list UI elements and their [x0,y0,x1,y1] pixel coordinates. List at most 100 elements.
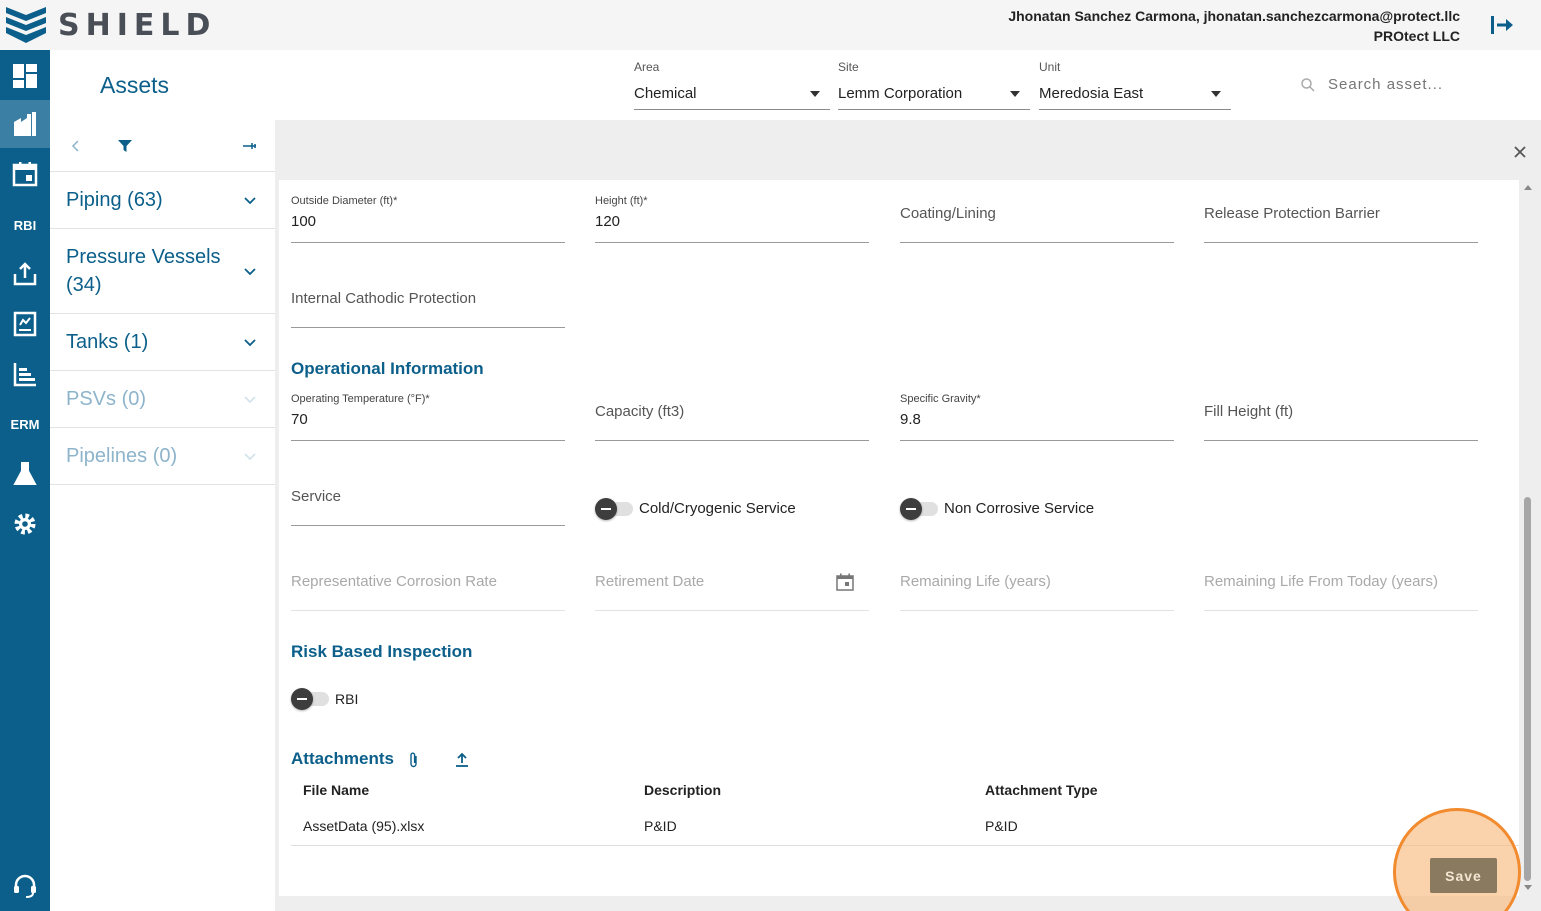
nav-support[interactable] [0,862,50,910]
coating-lining-field[interactable]: Coating/Lining [900,205,1174,243]
shield-logo-icon [6,7,46,43]
column-description[interactable]: Description [644,782,721,798]
factory-icon [14,112,36,136]
field-placeholder: Retirement Date [595,573,705,590]
nav-lab[interactable] [0,450,50,498]
calendar-icon[interactable] [835,572,855,592]
column-attachment-type[interactable]: Attachment Type [985,782,1098,798]
outside-diameter-field[interactable]: Outside Diameter (ft)* 100 [291,195,565,243]
risk-based-inspection-heading: Risk Based Inspection [291,642,473,661]
category-pressure-vessels[interactable]: Pressure Vessels (34) [50,229,275,314]
column-file-name[interactable]: File Name [303,782,369,798]
remaining-life-from-today-field: Remaining Life From Today (years) [1204,573,1478,611]
chevron-down-icon[interactable] [241,191,259,209]
field-placeholder: Remaining Life From Today (years) [1204,573,1438,590]
paperclip-icon[interactable] [406,751,422,769]
nav-settings[interactable] [0,500,50,548]
chevron-down-icon[interactable] [241,262,259,280]
rbi-toggle[interactable]: RBI [291,688,358,710]
bar-chart-icon [13,363,36,387]
nav-assets[interactable] [0,100,50,148]
operating-temperature-field[interactable]: Operating Temperature (°F)* 70 [291,393,565,441]
field-label: Specific Gravity* [900,393,981,405]
internal-cathodic-protection-field[interactable]: Internal Cathodic Protection [291,290,565,328]
category-label: Tanks (1) [66,331,149,353]
service-field[interactable]: Service [291,488,565,526]
app-name: SHIELD [58,8,217,43]
site-selected: Lemm Corporation [838,85,963,102]
chevron-down-icon [244,396,256,404]
toggle-knob[interactable] [291,688,313,710]
fill-height-field[interactable]: Fill Height (ft) [1204,403,1478,441]
upload-icon[interactable] [453,751,471,769]
scroll-up-icon[interactable] [1523,183,1533,191]
logout-icon[interactable] [1488,12,1514,38]
representative-corrosion-rate-field: Representative Corrosion Rate [291,573,565,611]
field-placeholder: Internal Cathodic Protection [291,290,477,307]
field-placeholder: Release Protection Barrier [1204,205,1380,222]
height-field[interactable]: Height (ft)* 120 [595,195,869,243]
sidebar-toolbar [50,120,275,172]
navigation-rail: RBI ERM [0,50,50,911]
cell-description: P&ID [644,818,677,834]
nav-dashboard[interactable] [0,52,50,100]
toggle-track[interactable] [595,497,633,520]
release-protection-barrier-field[interactable]: Release Protection Barrier [1204,205,1478,243]
dashboard-icon [13,64,37,88]
field-value[interactable]: 70 [291,411,565,428]
area-selected: Chemical [634,85,697,102]
attachments-heading: Attachments [291,749,394,768]
site-value[interactable]: Lemm Corporation [838,85,1030,110]
area-value[interactable]: Chemical [634,85,830,110]
unit-select[interactable]: Unit Meredosia East [1039,60,1231,110]
nav-reports[interactable] [0,300,50,348]
chevron-left-icon[interactable] [66,136,86,156]
field-value[interactable]: 9.8 [900,411,1174,428]
filter-icon[interactable] [115,136,135,156]
field-value[interactable]: 120 [595,213,869,230]
toggle-label: Cold/Cryogenic Service [639,500,796,517]
area-select[interactable]: Area Chemical [634,60,830,110]
chevron-down-icon [244,453,256,461]
flask-icon [13,462,37,485]
cell-file-name[interactable]: AssetData (95).xlsx [303,818,424,834]
non-corrosive-toggle[interactable]: Non Corrosive Service [900,497,1094,520]
organization-name: PROtect LLC [1373,28,1460,44]
category-label: Pressure Vessels (34) [66,246,221,296]
nav-upload[interactable] [0,250,50,298]
report-icon [13,311,37,337]
nav-chart[interactable] [0,350,50,398]
capacity-field[interactable]: Capacity (ft3) [595,403,869,441]
nav-rbi-label[interactable]: RBI [0,218,50,233]
pin-icon[interactable] [239,136,259,156]
upload-icon [13,262,37,286]
caret-down-icon [1211,91,1221,97]
category-piping[interactable]: Piping (63) [50,172,275,229]
gear-icon [14,513,36,535]
field-placeholder: Remaining Life (years) [900,573,1051,590]
toggle-track[interactable] [291,688,329,710]
chevron-down-icon[interactable] [241,333,259,351]
specific-gravity-field[interactable]: Specific Gravity* 9.8 [900,393,1174,441]
toggle-knob[interactable] [900,497,922,520]
close-icon[interactable] [1511,143,1529,161]
cold-cryogenic-toggle[interactable]: Cold/Cryogenic Service [595,497,796,520]
scroll-down-icon[interactable] [1523,884,1533,892]
category-tanks[interactable]: Tanks (1) [50,314,275,371]
area-label: Area [634,60,660,74]
toggle-knob[interactable] [595,497,617,520]
site-select[interactable]: Site Lemm Corporation [838,60,1030,110]
unit-value[interactable]: Meredosia East [1039,85,1231,110]
asset-form-card [279,180,1519,896]
operational-information-heading: Operational Information [291,359,484,378]
caret-down-icon [1010,91,1020,97]
toggle-track[interactable] [900,497,938,520]
save-button[interactable]: Save [1430,858,1497,893]
search-input[interactable] [1328,76,1528,93]
nav-calendar[interactable] [0,150,50,198]
scrollbar-thumb[interactable] [1524,497,1531,881]
category-label: Piping (63) [66,189,163,211]
nav-erm-label[interactable]: ERM [0,417,50,432]
field-value[interactable]: 100 [291,213,565,230]
top-bar: SHIELD Jhonatan Sanchez Carmona, jhonata… [0,0,1541,50]
